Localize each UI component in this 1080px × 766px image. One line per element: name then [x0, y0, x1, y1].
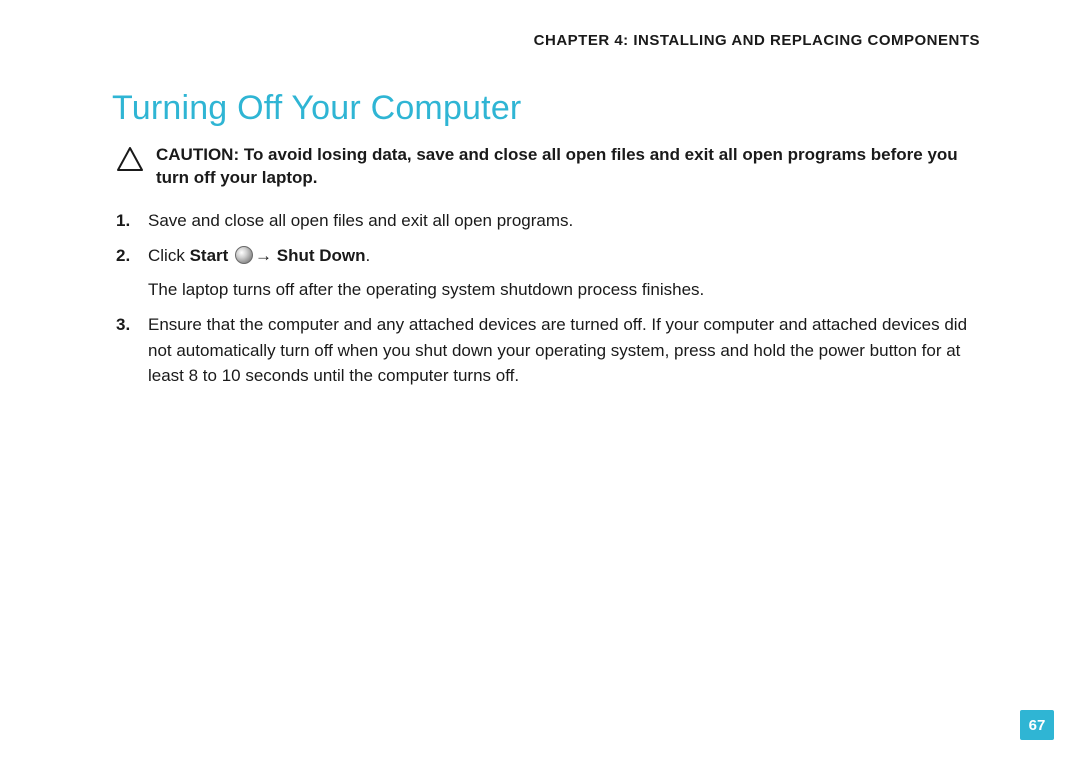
step-1-text: Save and close all open files and exit a… — [148, 208, 980, 234]
caution-block: CAUTION: To avoid losing data, save and … — [112, 144, 980, 190]
step-2-prefix: Click — [148, 246, 190, 265]
step-3-text: Ensure that the computer and any attache… — [148, 312, 980, 389]
step-3: Ensure that the computer and any attache… — [116, 312, 980, 389]
section-title: Turning Off Your Computer — [112, 89, 980, 128]
step-2: Click Start → Shut Down. The laptop turn… — [116, 243, 980, 302]
step-2-suffix: . — [366, 246, 371, 265]
step-2-arrow: → — [255, 246, 277, 265]
step-2-shutdown-label: Shut Down — [277, 246, 366, 265]
caution-triangle-icon — [116, 146, 144, 172]
chapter-header: CHAPTER 4: INSTALLING AND REPLACING COMP… — [112, 32, 980, 49]
caution-text: CAUTION: To avoid losing data, save and … — [156, 144, 980, 190]
step-1: Save and close all open files and exit a… — [116, 208, 980, 234]
start-orb-icon — [235, 246, 253, 264]
page-number-badge: 67 — [1020, 710, 1054, 740]
step-2-subtext: The laptop turns off after the operating… — [148, 277, 980, 303]
steps-list: Save and close all open files and exit a… — [112, 208, 980, 389]
step-2-start-label: Start — [190, 246, 229, 265]
